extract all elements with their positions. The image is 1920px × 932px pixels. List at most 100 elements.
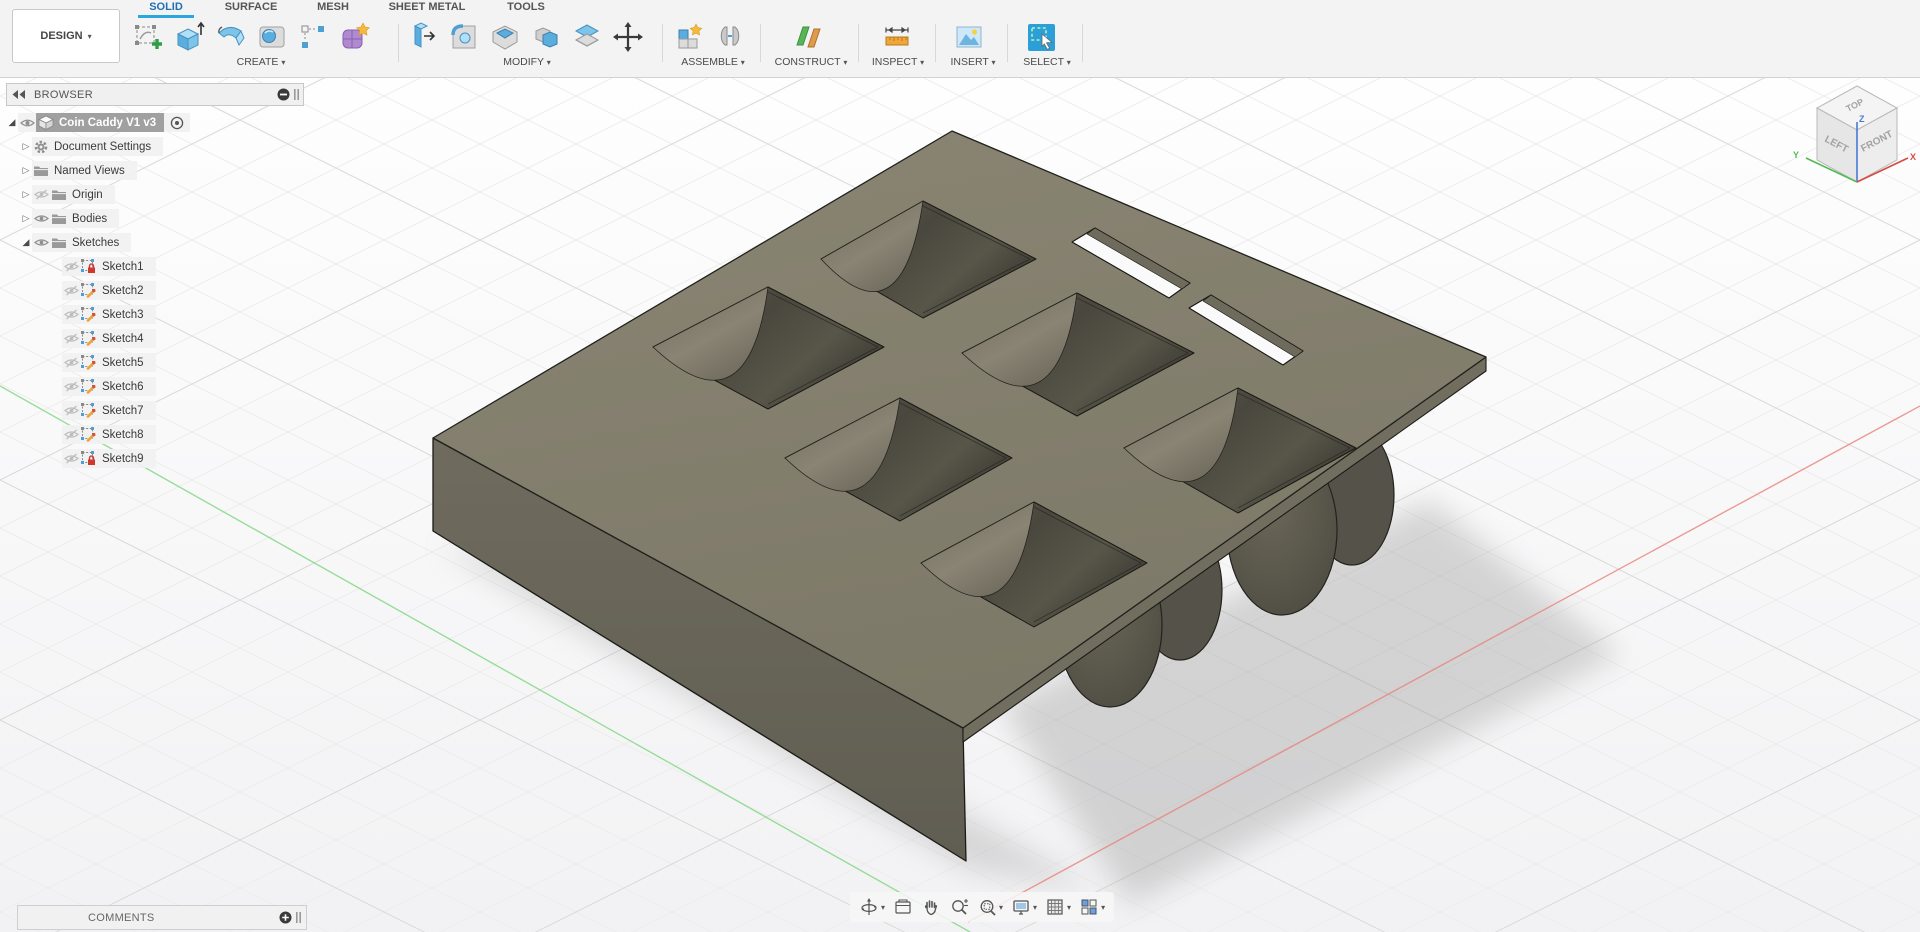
extrude-icon[interactable]	[171, 20, 209, 54]
expand-collapse-icon[interactable]: ▷	[20, 165, 32, 176]
move-copy-icon[interactable]	[609, 20, 647, 54]
offset-face-icon[interactable]	[568, 20, 606, 54]
browser-row-bodies[interactable]: ▷ Bodies	[20, 209, 304, 228]
x-axis-label: X	[1910, 152, 1916, 162]
comments-panel[interactable]: COMMENTS	[17, 905, 307, 930]
browser-row-named-views[interactable]: ▷ Named Views	[20, 161, 304, 180]
eye-hidden-icon[interactable]	[62, 309, 80, 320]
construct-group-label[interactable]: CONSTRUCT ▾	[768, 56, 854, 68]
sketch-editable-icon	[80, 403, 98, 418]
modify-group-label[interactable]: MODIFY ▾	[492, 56, 562, 68]
browser-row-root-component[interactable]: ◢ Coin Caddy V1 v3	[6, 113, 304, 132]
eye-hidden-icon[interactable]	[62, 381, 80, 392]
eye-hidden-icon[interactable]	[62, 453, 80, 464]
expand-collapse-icon[interactable]: ▷	[20, 189, 32, 200]
viewports-icon[interactable]: ▾	[1078, 895, 1106, 919]
insert-image-icon[interactable]	[950, 20, 988, 54]
fillet-icon[interactable]	[445, 20, 483, 54]
tab-solid[interactable]: SOLID	[138, 1, 194, 18]
create-sketch-icon[interactable]	[130, 20, 168, 54]
expand-collapse-icon[interactable]: ▷	[20, 141, 32, 152]
zoom-icon[interactable]	[948, 895, 970, 919]
activate-component-radio-icon[interactable]	[168, 116, 186, 130]
browser-panel-header[interactable]: BROWSER	[6, 83, 304, 106]
construct-group	[790, 20, 828, 54]
browser-row-sketch[interactable]: Sketch1	[62, 257, 304, 276]
toolbar-separator	[858, 24, 859, 62]
select-icon[interactable]	[1022, 20, 1060, 54]
orbit-icon[interactable]: ▾	[858, 895, 886, 919]
combine-icon[interactable]	[527, 20, 565, 54]
shell-icon[interactable]	[486, 20, 524, 54]
assemble-group	[670, 20, 749, 54]
expand-collapse-icon[interactable]: ◢	[6, 117, 18, 128]
collapse-panel-icon[interactable]	[12, 90, 26, 99]
rectangular-pattern-icon[interactable]	[294, 20, 332, 54]
create-group-label[interactable]: CREATE ▾	[226, 56, 296, 68]
browser-row-sketch[interactable]: Sketch8	[62, 425, 304, 444]
select-group	[1022, 20, 1060, 54]
display-settings-icon[interactable]: ▾	[1010, 895, 1038, 919]
inspect-group-label[interactable]: INSPECT ▾	[862, 56, 934, 68]
expand-collapse-icon[interactable]: ◢	[20, 237, 32, 248]
eye-hidden-icon[interactable]	[62, 429, 80, 440]
create-group	[130, 20, 373, 54]
construction-plane-icon[interactable]	[790, 20, 828, 54]
eye-hidden-icon[interactable]	[62, 285, 80, 296]
revolve-icon[interactable]	[212, 20, 250, 54]
panel-grip-icon[interactable]	[294, 88, 300, 101]
fit-icon[interactable]: ▾	[976, 895, 1004, 919]
look-at-icon[interactable]	[892, 895, 914, 919]
sketch-editable-icon	[80, 283, 98, 298]
browser-row-sketch[interactable]: Sketch6	[62, 377, 304, 396]
folder-icon	[50, 237, 68, 248]
pan-icon[interactable]	[920, 895, 942, 919]
create-form-icon[interactable]	[335, 20, 373, 54]
workspace-selector-label: DESIGN	[40, 30, 83, 42]
select-group-label[interactable]: SELECT ▾	[1016, 56, 1078, 68]
browser-row-document-settings[interactable]: ▷ Document Settings	[20, 137, 304, 156]
new-component-icon[interactable]	[670, 20, 708, 54]
browser-row-sketch[interactable]: Sketch7	[62, 401, 304, 420]
eye-hidden-icon[interactable]	[32, 189, 50, 200]
sketch-name-label: Sketch5	[102, 356, 144, 369]
sketch-locked-icon	[80, 259, 98, 274]
browser-row-sketch[interactable]: Sketch2	[62, 281, 304, 300]
browser-row-sketch[interactable]: Sketch3	[62, 305, 304, 324]
panel-grip-icon[interactable]	[296, 911, 302, 924]
eye-visible-icon[interactable]	[32, 237, 50, 248]
eye-visible-icon[interactable]	[32, 213, 50, 224]
eye-hidden-icon[interactable]	[62, 333, 80, 344]
joint-icon[interactable]	[711, 20, 749, 54]
eye-hidden-icon[interactable]	[62, 261, 80, 272]
assemble-group-label[interactable]: ASSEMBLE ▾	[668, 56, 758, 68]
expand-collapse-icon[interactable]: ▷	[20, 213, 32, 224]
toolbar-separator	[1007, 24, 1008, 62]
browser-row-sketch[interactable]: Sketch5	[62, 353, 304, 372]
sketch-name-label: Sketch9	[102, 452, 144, 465]
press-pull-icon[interactable]	[404, 20, 442, 54]
tab-surface[interactable]: SURFACE	[215, 1, 287, 17]
hole-icon[interactable]	[253, 20, 291, 54]
eye-hidden-icon[interactable]	[62, 357, 80, 368]
view-cube[interactable]: TOP LEFT FRONT Z Y X	[1782, 82, 1917, 197]
browser-row-origin[interactable]: ▷ Origin	[20, 185, 304, 204]
add-comment-icon[interactable]	[279, 911, 292, 924]
workspace-selector-button[interactable]: DESIGN ▾	[12, 9, 120, 63]
eye-visible-icon[interactable]	[18, 118, 36, 128]
insert-group-label[interactable]: INSERT ▾	[942, 56, 1004, 68]
selected-document-node[interactable]: Coin Caddy V1 v3	[36, 113, 165, 132]
gear-icon	[32, 140, 50, 154]
panel-display-toggle-icon[interactable]	[277, 88, 290, 101]
sketch-editable-icon	[80, 307, 98, 322]
browser-row-sketches[interactable]: ◢ Sketches	[20, 233, 304, 252]
tab-tools[interactable]: TOOLS	[502, 1, 550, 17]
browser-row-sketch[interactable]: Sketch9	[62, 449, 304, 468]
eye-hidden-icon[interactable]	[62, 405, 80, 416]
measure-icon[interactable]	[878, 20, 916, 54]
sketch-name-label: Sketch1	[102, 260, 144, 273]
grid-and-snaps-icon[interactable]: ▾	[1044, 895, 1072, 919]
browser-row-sketch[interactable]: Sketch4	[62, 329, 304, 348]
tab-sheet-metal[interactable]: SHEET METAL	[385, 1, 469, 17]
tab-mesh[interactable]: MESH	[305, 1, 361, 17]
